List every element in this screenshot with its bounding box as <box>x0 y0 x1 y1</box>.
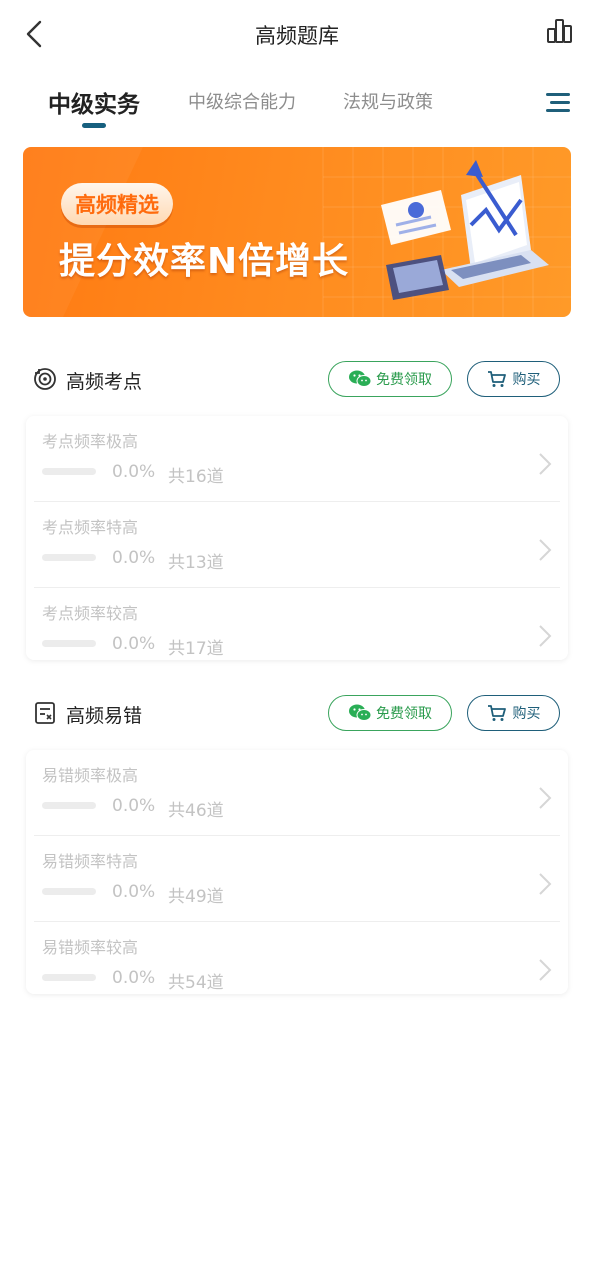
promo-banner[interactable]: 高频精选 提分效率N倍增长 <box>23 147 571 317</box>
free-claim-button[interactable]: 免费领取 <box>328 361 452 397</box>
list-item[interactable]: 易错频率较高 0.0% 共54道 <box>34 922 560 1008</box>
progress-bar <box>42 888 96 895</box>
subject-tabs: 中级实务 中级综合能力 法规与政策 <box>0 80 594 132</box>
banner-slogan: 提分效率N倍增长 <box>59 241 350 282</box>
question-count: 共49道 <box>168 887 224 907</box>
active-tab-indicator <box>82 123 106 128</box>
progress-bar <box>42 802 96 809</box>
bar-chart-icon <box>547 19 572 43</box>
chevron-right-icon <box>539 873 552 895</box>
progress-text: 0.0% <box>112 882 156 902</box>
list-item[interactable]: 考点频率极高 0.0% 共16道 <box>34 416 560 502</box>
laptop-chart-illustration <box>381 160 549 300</box>
question-count: 共16道 <box>168 467 224 487</box>
hamburger-menu-icon <box>546 93 570 112</box>
free-claim-button[interactable]: 免费领取 <box>328 695 452 731</box>
item-title: 易错频率较高 <box>42 938 139 957</box>
top-bar: 高频题库 <box>0 0 594 70</box>
tab-zhongji-zonghe[interactable]: 中级综合能力 <box>188 88 296 114</box>
progress-text: 0.0% <box>112 634 156 654</box>
free-claim-label: 免费领取 <box>376 372 432 388</box>
target-icon <box>34 368 56 390</box>
buy-label: 购买 <box>512 706 541 722</box>
progress-text: 0.0% <box>112 968 156 988</box>
item-title: 易错频率特高 <box>42 852 139 871</box>
wechat-icon <box>349 370 372 387</box>
list-item[interactable]: 考点频率较高 0.0% 共17道 <box>34 588 560 674</box>
page-title: 高频题库 <box>255 24 339 48</box>
question-count: 共17道 <box>168 639 224 659</box>
chevron-right-icon <box>539 453 552 475</box>
buy-label: 购买 <box>512 372 541 388</box>
item-title: 考点频率较高 <box>42 604 139 623</box>
progress-bar <box>42 640 96 647</box>
question-count: 共46道 <box>168 801 224 821</box>
kaodian-list-card: 考点频率极高 0.0% 共16道 考点频率特高 0.0% 共13道 考点频率较高… <box>26 416 568 660</box>
chevron-right-icon <box>539 787 552 809</box>
tabs-menu-button[interactable] <box>546 92 572 114</box>
section-title: 高频考点 <box>66 371 143 393</box>
progress-text: 0.0% <box>112 462 156 482</box>
tab-zhongji-shiwu[interactable]: 中级实务 <box>48 85 140 119</box>
section-header-gaopin-yicuo: 高频易错 免费领取 购买 <box>0 695 594 735</box>
cart-icon <box>487 705 506 721</box>
chevron-right-icon <box>539 625 552 647</box>
item-title: 易错频率极高 <box>42 766 139 785</box>
progress-text: 0.0% <box>112 548 156 568</box>
free-claim-label: 免费领取 <box>376 706 432 722</box>
list-item[interactable]: 易错频率极高 0.0% 共46道 <box>34 750 560 836</box>
cart-icon <box>487 371 506 387</box>
section-header-gaopin-kaodian: 高频考点 免费领取 购买 <box>0 361 594 401</box>
item-title: 考点频率特高 <box>42 518 139 537</box>
banner-badge: 高频精选 <box>61 183 173 225</box>
yicuo-list-card: 易错频率极高 0.0% 共46道 易错频率特高 0.0% 共49道 易错频率较高… <box>26 750 568 994</box>
progress-bar <box>42 468 96 475</box>
tab-fagui-zhengce[interactable]: 法规与政策 <box>343 88 433 114</box>
buy-button[interactable]: 购买 <box>467 695 560 731</box>
list-item[interactable]: 考点频率特高 0.0% 共13道 <box>34 502 560 588</box>
stats-button[interactable] <box>546 17 576 47</box>
progress-bar <box>42 554 96 561</box>
error-sheet-icon <box>35 702 55 724</box>
list-item[interactable]: 易错频率特高 0.0% 共49道 <box>34 836 560 922</box>
item-title: 考点频率极高 <box>42 432 139 451</box>
wechat-icon <box>349 704 372 721</box>
question-count: 共13道 <box>168 553 224 573</box>
progress-bar <box>42 974 96 981</box>
chevron-right-icon <box>539 539 552 561</box>
question-count: 共54道 <box>168 973 224 993</box>
section-title: 高频易错 <box>66 705 143 727</box>
progress-text: 0.0% <box>112 796 156 816</box>
buy-button[interactable]: 购买 <box>467 361 560 397</box>
chevron-right-icon <box>539 959 552 981</box>
